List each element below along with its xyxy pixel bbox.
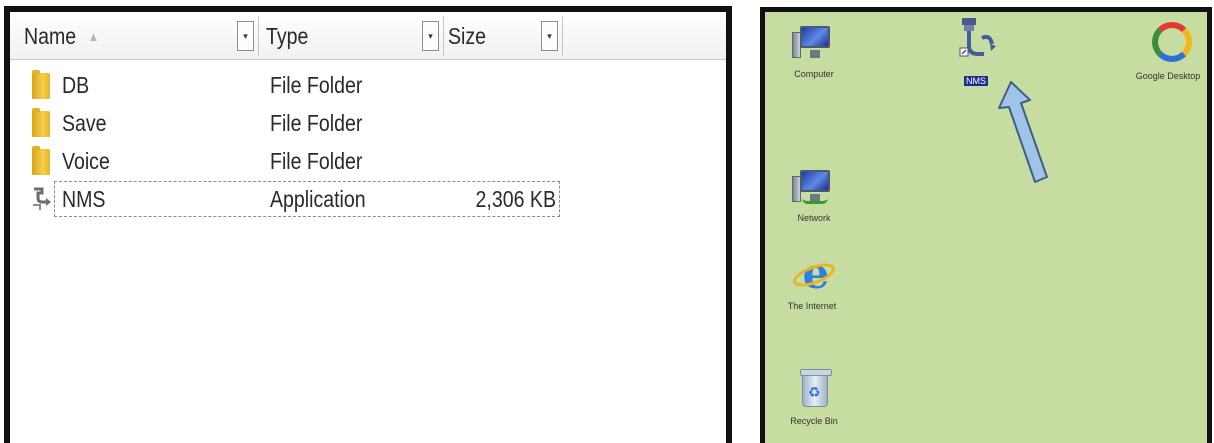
nms-app-icon	[959, 18, 996, 57]
file-row-nms[interactable]: NMS Application 2,306 KB	[10, 180, 726, 218]
file-size-value: 2,306 KB	[475, 186, 556, 212]
column-divider[interactable]	[562, 16, 563, 56]
desktop-icon-network[interactable]: Network	[779, 164, 849, 226]
chevron-down-icon: ▾	[243, 30, 248, 41]
file-name: DB	[62, 72, 90, 98]
panel-gap	[734, 0, 758, 443]
file-name: Save	[62, 110, 107, 136]
network-icon	[792, 164, 836, 208]
column-size-dropdown-button[interactable]: ▾	[541, 21, 558, 51]
desktop-icon-label: NMS	[964, 76, 988, 86]
file-row-db[interactable]: DB File Folder	[10, 66, 726, 104]
file-type: File Folder	[270, 110, 363, 136]
desktop-icon-label: Google Desktop	[1135, 71, 1201, 81]
column-name-dropdown-button[interactable]: ▾	[237, 21, 254, 51]
file-name: Voice	[62, 148, 110, 174]
file-explorer-panel: Name ▲ ▾ Type ▾ Size ▾ DB File Folder Sa…	[4, 6, 732, 443]
file-type: File Folder	[270, 72, 363, 98]
column-header-name[interactable]: Name ▲	[24, 12, 99, 60]
column-divider[interactable]	[443, 16, 444, 56]
nms-app-icon	[33, 187, 51, 210]
column-header-type-label: Type	[266, 22, 309, 49]
pointer-arrow-icon	[998, 81, 1048, 183]
sort-ascending-icon: ▲	[88, 28, 99, 44]
desktop-panel: Computer Network e The Internet ♻ Recycl…	[760, 7, 1212, 443]
column-header-name-label: Name	[24, 22, 77, 49]
recycle-bin-icon: ♻	[792, 367, 836, 411]
desktop-icon-google-desktop[interactable]: Google Desktop	[1133, 22, 1203, 84]
folder-icon	[32, 70, 50, 99]
chevron-down-icon: ▾	[547, 30, 552, 41]
google-desktop-icon	[1146, 22, 1192, 66]
desktop-icon-internet[interactable]: e The Internet	[777, 252, 847, 314]
desktop-icon-label: The Internet	[787, 301, 837, 311]
column-divider[interactable]	[258, 16, 259, 56]
file-name: NMS	[62, 186, 106, 212]
file-row-save[interactable]: Save File Folder	[10, 104, 726, 142]
file-type: File Folder	[270, 148, 363, 174]
chevron-down-icon: ▾	[428, 30, 433, 41]
column-header-size[interactable]: Size	[448, 12, 486, 60]
computer-icon	[792, 20, 836, 64]
desktop-icon-computer[interactable]: Computer	[779, 20, 849, 82]
desktop-icon-recycle-bin[interactable]: ♻ Recycle Bin	[779, 367, 849, 429]
column-header-type[interactable]: Type	[266, 12, 308, 60]
file-type: Application	[270, 186, 366, 212]
file-row-voice[interactable]: Voice File Folder	[10, 142, 726, 180]
column-header-size-label: Size	[448, 22, 487, 49]
internet-explorer-icon: e	[790, 252, 838, 296]
file-list: DB File Folder Save File Folder Voice Fi…	[10, 66, 726, 218]
column-type-dropdown-button[interactable]: ▾	[422, 21, 439, 51]
column-header-bar: Name ▲ ▾ Type ▾ Size ▾	[10, 12, 726, 60]
desktop-icon-label: Recycle Bin	[790, 416, 838, 426]
folder-icon	[32, 108, 50, 137]
desktop-icon-label: Network	[797, 213, 831, 223]
desktop-icon-label: Computer	[794, 69, 834, 79]
folder-icon	[32, 146, 50, 175]
